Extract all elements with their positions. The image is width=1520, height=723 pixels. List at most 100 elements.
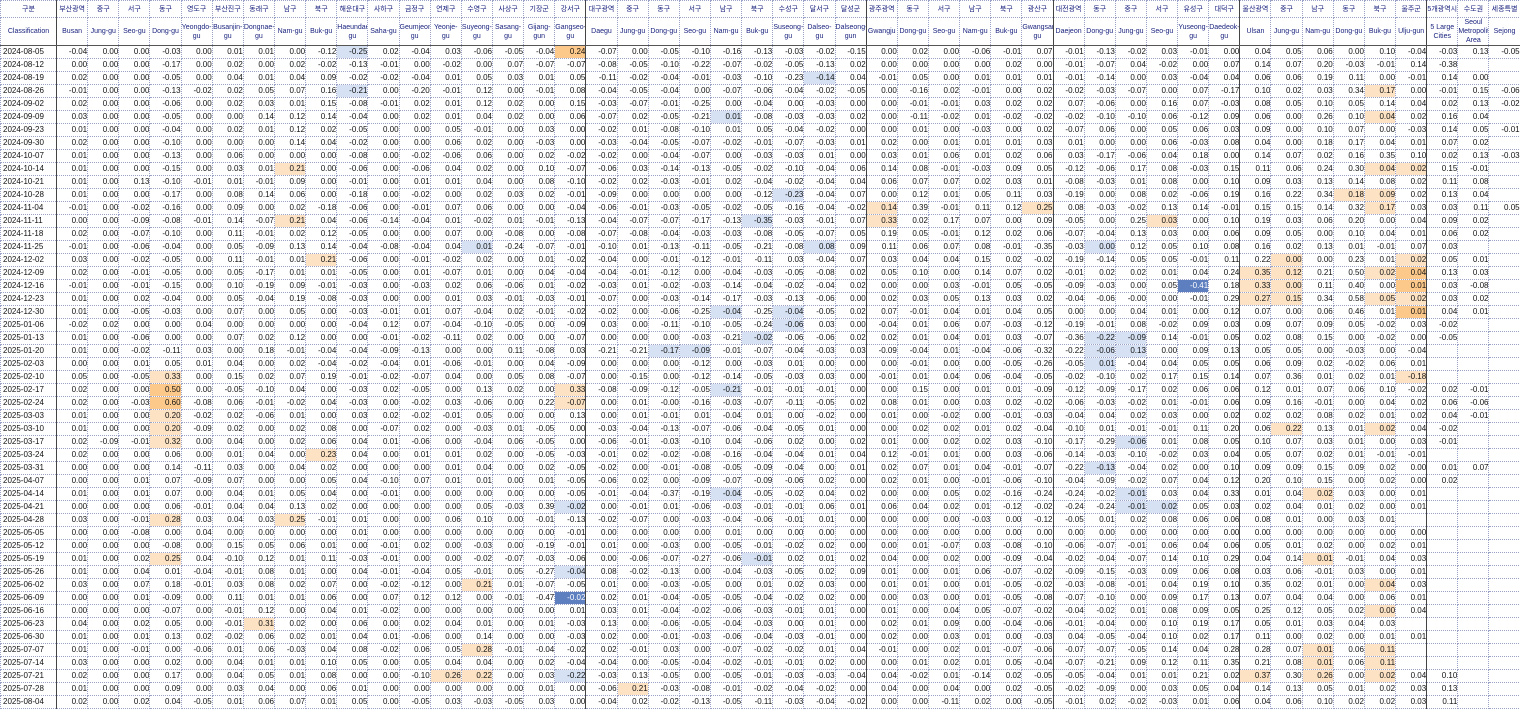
table-cell: -0.01 bbox=[1114, 500, 1147, 514]
table-cell: 0.07 bbox=[834, 188, 867, 202]
table-cell: 0.10 bbox=[1239, 435, 1272, 449]
row-date: 2024-08-19 bbox=[0, 71, 57, 85]
table-cell: -0.06 bbox=[772, 474, 805, 488]
table-cell bbox=[1488, 188, 1520, 202]
table-cell: 0.01 bbox=[429, 175, 462, 189]
table-cell: 0.00 bbox=[678, 266, 711, 280]
table-cell: -0.01 bbox=[55, 201, 89, 215]
table-cell: 0.15 bbox=[1301, 331, 1334, 345]
table-cell: -0.01 bbox=[211, 617, 244, 631]
table-cell: 0.06 bbox=[959, 565, 992, 579]
table-cell: 0.00 bbox=[242, 357, 275, 371]
table-cell: 0.02 bbox=[118, 292, 151, 306]
table-cell: 0.02 bbox=[1239, 331, 1272, 345]
table-cell: 0.01 bbox=[1114, 669, 1147, 683]
table-cell bbox=[1457, 474, 1490, 488]
table-cell: -0.14 bbox=[367, 214, 400, 228]
table-cell: 0.00 bbox=[1332, 539, 1365, 553]
table-cell: 0.01 bbox=[336, 682, 369, 696]
table-cell: 0.02 bbox=[1114, 409, 1147, 423]
table-cell: -0.21 bbox=[336, 84, 369, 98]
table-cell: 0.07 bbox=[1426, 136, 1459, 150]
table-cell: 0.02 bbox=[367, 383, 400, 397]
table-cell: 0.00 bbox=[87, 591, 120, 605]
table-cell: 0.06 bbox=[1208, 383, 1241, 397]
table-cell: 0.00 bbox=[803, 526, 836, 540]
table-cell: 0.03 bbox=[896, 591, 929, 605]
table-cell: 0.08 bbox=[1052, 201, 1085, 215]
table-cell: -0.04 bbox=[523, 643, 556, 657]
table-cell: 0.00 bbox=[336, 591, 369, 605]
table-cell: -0.01 bbox=[585, 487, 618, 501]
table-cell: 0.00 bbox=[118, 71, 151, 85]
table-cell: -0.01 bbox=[429, 409, 462, 423]
table-cell: -0.03 bbox=[772, 630, 805, 644]
table-cell: 0.03 bbox=[1332, 565, 1365, 579]
table-cell: 0.15 bbox=[1301, 461, 1334, 475]
table-cell: -0.15 bbox=[834, 45, 867, 59]
table-cell: 0.30 bbox=[1332, 162, 1365, 176]
table-cell: -0.04 bbox=[1083, 669, 1116, 683]
table-cell bbox=[1426, 617, 1459, 631]
table-cell: 0.06 bbox=[149, 500, 182, 514]
table-cell: 0.04 bbox=[1177, 539, 1210, 553]
table-cell: -0.19 bbox=[1052, 318, 1085, 332]
table-row: 2025-06-23 0.04 0.00 0.02 0.05 0.00 -0.01 0.31 0… bbox=[0, 617, 1520, 631]
table-row: 2025-02-17 0.02 0.00 0.00 0.50 0.00 -0.05 -0.10… bbox=[0, 383, 1520, 397]
table-cell: 0.01 bbox=[460, 240, 493, 254]
table-cell: 0.03 bbox=[211, 461, 244, 475]
table-cell: -0.06 bbox=[336, 201, 369, 215]
table-cell: 0.01 bbox=[367, 630, 400, 644]
table-cell: -0.03 bbox=[678, 513, 711, 527]
table-cell: 0.50 bbox=[149, 383, 182, 397]
table-cell: -0.03 bbox=[554, 630, 587, 644]
table-cell: 0.11 bbox=[1426, 695, 1459, 709]
table-cell: -0.01 bbox=[398, 253, 431, 267]
table-cell bbox=[1457, 487, 1490, 501]
table-cell: -0.04 bbox=[772, 682, 805, 696]
table-row: 2024-11-04 -0.01 0.00 -0.02 -0.16 0.00 0.09 0.0… bbox=[0, 201, 1520, 215]
table-cell: -0.04 bbox=[741, 630, 774, 644]
table-cell: 0.01 bbox=[616, 409, 649, 423]
table-cell: 0.01 bbox=[211, 695, 244, 709]
table-cell: 0.04 bbox=[211, 513, 244, 527]
table-cell: 0.02 bbox=[55, 396, 89, 410]
table-cell: 0.00 bbox=[118, 136, 151, 150]
table-cell: 0.07 bbox=[865, 305, 898, 319]
table-cell: 0.00 bbox=[554, 136, 587, 150]
table-cell: 0.12 bbox=[1239, 383, 1272, 397]
table-cell: 0.00 bbox=[87, 643, 120, 657]
table-cell: -0.06 bbox=[554, 552, 587, 566]
table-cell: -0.03 bbox=[1208, 97, 1241, 111]
table-cell: 0.03 bbox=[180, 344, 213, 358]
table-cell: 0.00 bbox=[429, 552, 462, 566]
table-cell bbox=[1426, 578, 1459, 592]
table-cell: 0.01 bbox=[709, 123, 743, 137]
table-cell: 0.00 bbox=[491, 84, 525, 98]
table-cell: 0.00 bbox=[491, 266, 525, 280]
table-cell: -0.22 bbox=[1052, 344, 1085, 358]
table-cell: 0.02 bbox=[865, 136, 898, 150]
table-cell: 0.08 bbox=[1363, 175, 1397, 189]
table-cell: -0.07 bbox=[709, 84, 743, 98]
table-cell: 0.08 bbox=[305, 669, 338, 683]
table-cell: -0.01 bbox=[491, 591, 525, 605]
table-cell: -0.08 bbox=[803, 266, 836, 280]
table-cell: 0.02 bbox=[834, 331, 867, 345]
table-cell: -0.05 bbox=[336, 266, 369, 280]
table-cell bbox=[1488, 591, 1520, 605]
table-cell bbox=[1488, 370, 1520, 384]
table-cell: 0.04 bbox=[1208, 71, 1241, 85]
table-cell: 0.00 bbox=[959, 682, 992, 696]
table-cell: 0.00 bbox=[1301, 227, 1334, 241]
table-cell: -0.01 bbox=[180, 500, 213, 514]
table-cell: 0.00 bbox=[1332, 669, 1365, 683]
table-cell: 0.04 bbox=[305, 136, 338, 150]
table-cell: -0.01 bbox=[523, 513, 556, 527]
table-cell: 0.02 bbox=[772, 552, 805, 566]
table-cell: -0.03 bbox=[772, 695, 805, 709]
table-cell: -0.21 bbox=[585, 344, 618, 358]
table-cell: 0.12 bbox=[429, 591, 462, 605]
table-cell: -0.19 bbox=[523, 539, 556, 553]
table-cell: 0.04 bbox=[305, 643, 338, 657]
